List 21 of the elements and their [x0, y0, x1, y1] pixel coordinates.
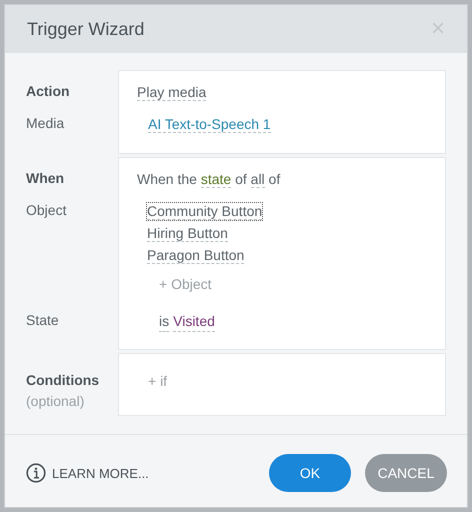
section-heading: Conditions: [26, 371, 100, 390]
field-label: Media: [26, 114, 64, 133]
state-value-link[interactable]: Visited: [173, 310, 215, 332]
trigger-object-name[interactable]: Hiring Button: [147, 225, 228, 242]
media-link[interactable]: AI Text-to-Speech 1: [148, 116, 271, 133]
field-label: State: [26, 311, 59, 330]
section-heading: When: [26, 169, 64, 188]
window-title: Trigger Wizard: [27, 18, 144, 40]
state-link[interactable]: state: [200, 171, 232, 188]
field-label: Object: [26, 201, 66, 220]
quantifier-link[interactable]: all: [250, 171, 265, 188]
trigger-object-name[interactable]: Community Button: [147, 203, 262, 220]
ok-button[interactable]: OK: [269, 454, 351, 492]
info-icon: [26, 463, 46, 483]
trigger-object-name[interactable]: Paragon Button: [147, 247, 244, 264]
optional-note: (optional): [26, 392, 84, 411]
action-link[interactable]: Play media: [137, 84, 206, 101]
operator-link[interactable]: is: [159, 310, 170, 332]
trigger-sentence: When the state of all of: [137, 171, 280, 188]
section-heading: Action: [26, 82, 70, 101]
learn-more-link[interactable]: LEARN MORE...: [26, 463, 149, 483]
